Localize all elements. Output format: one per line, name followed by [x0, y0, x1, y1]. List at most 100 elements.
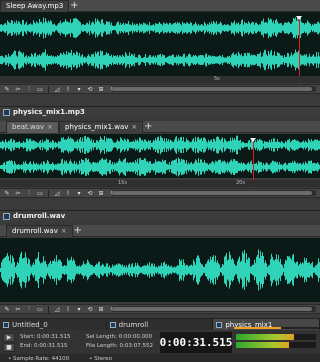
drumroll-title: drumroll.wav	[13, 212, 66, 220]
file-length-value: File Length: 0:03:07.552	[86, 343, 153, 349]
start-value: Start: 0:00:31.515	[20, 334, 71, 340]
top-waveform-graphic	[0, 17, 320, 71]
physics-playhead-marker-icon[interactable]	[250, 138, 256, 142]
loop-icon[interactable]: ⟲	[85, 189, 95, 197]
pencil-icon[interactable]: ✎	[2, 85, 12, 93]
tab-drumroll[interactable]: drumroll.wav ×	[6, 225, 73, 237]
tab-beat[interactable]: beat.wav ×	[6, 121, 60, 133]
audio-file-icon	[3, 212, 10, 220]
end-value: End: 0:00:31.515	[20, 343, 68, 349]
waveform-channel	[0, 135, 320, 155]
cut-icon[interactable]: ✂	[13, 85, 23, 93]
toolbar-divider	[48, 85, 49, 93]
stop-button[interactable]: ■	[3, 343, 15, 352]
split-icon[interactable]: ⫶	[24, 85, 34, 93]
close-icon[interactable]: ×	[47, 122, 53, 133]
doc-tab-untitled[interactable]: Untitled_0	[0, 319, 107, 330]
tab-physics-mix[interactable]: physics_mix1.wav ×	[59, 121, 144, 133]
tab-label: physics_mix1.wav	[65, 123, 129, 131]
tab-label: Sleep Away.mp3	[6, 2, 64, 10]
tab-sleep-away[interactable]: Sleep Away.mp3	[0, 0, 70, 12]
pencil-icon[interactable]: ✎	[2, 189, 12, 197]
snap-icon[interactable]: ⊞	[96, 189, 106, 197]
top-playhead-marker-icon[interactable]	[296, 16, 302, 20]
timecode-display: 0:00:31.515	[160, 332, 232, 353]
waveform-channel	[0, 157, 320, 177]
add-tab-icon[interactable]: +	[69, 0, 79, 12]
marker-icon[interactable]: ▾	[74, 85, 84, 93]
physics-scroll-thumb[interactable]	[112, 191, 312, 195]
level-fill	[236, 334, 294, 340]
channels-text: Stereo	[94, 355, 113, 362]
tab-label: drumroll.wav	[12, 227, 58, 235]
drumroll-tabbar: drumroll.wav × +	[0, 225, 320, 237]
split-icon[interactable]: ⫶	[24, 189, 34, 197]
tab-label: beat.wav	[12, 123, 45, 131]
doc-tab-label: Untitled_0	[12, 320, 48, 329]
select-icon[interactable]: ▭	[35, 85, 45, 93]
waveform-channel	[0, 17, 320, 39]
sel-length-value: Sel Length: 0:00:00.000	[86, 334, 153, 340]
fade-icon[interactable]: ◿	[52, 85, 62, 93]
audio-file-icon	[3, 108, 10, 116]
add-tab-icon[interactable]: +	[73, 225, 83, 237]
progress-fill	[234, 327, 282, 329]
top-tabbar: Sleep Away.mp3 +	[0, 0, 320, 12]
snap-icon[interactable]: ⊞	[96, 85, 106, 93]
physics-titlebar: physics_mix1.mp3	[0, 106, 320, 117]
play-button[interactable]: ▶	[3, 333, 15, 342]
status-bar: • Sample Rate: 44100 • Stereo	[0, 354, 320, 362]
physics-tabbar: beat.wav × physics_mix1.wav × +	[0, 121, 320, 133]
document-icon	[216, 321, 223, 328]
document-icon	[109, 321, 116, 328]
ruler-label: 5s	[214, 76, 220, 82]
select-icon[interactable]: ▭	[35, 305, 45, 313]
envelope-icon[interactable]: ⌇	[63, 305, 73, 313]
level-meter-left	[236, 334, 316, 340]
envelope-icon[interactable]: ⌇	[63, 189, 73, 197]
physics-waveform[interactable]	[0, 134, 320, 178]
toolbar-divider	[48, 189, 49, 197]
split-icon[interactable]: ⫶	[24, 305, 34, 313]
ruler-label: 15s	[118, 180, 127, 186]
drumroll-scrollbar[interactable]	[112, 306, 316, 312]
pencil-icon[interactable]: ✎	[2, 305, 12, 313]
top-scrollbar[interactable]	[112, 86, 316, 92]
top-playhead[interactable]	[299, 16, 300, 84]
physics-scrollbar[interactable]	[112, 190, 316, 196]
fade-icon[interactable]: ◿	[52, 189, 62, 197]
doc-tab-label: drumroll	[118, 320, 149, 329]
close-icon[interactable]: ×	[131, 122, 137, 133]
marker-icon[interactable]: ▾	[74, 305, 84, 313]
select-icon[interactable]: ▭	[35, 189, 45, 197]
level-meter	[236, 334, 316, 350]
drumroll-titlebar: drumroll.wav	[0, 210, 320, 221]
channels-status: • Stereo	[89, 355, 113, 362]
drumroll-scroll-thumb[interactable]	[112, 307, 312, 311]
fade-icon[interactable]: ◿	[52, 305, 62, 313]
add-tab-icon[interactable]: +	[143, 121, 153, 133]
waveform-channel	[0, 49, 320, 71]
level-fill	[236, 342, 289, 348]
loop-icon[interactable]: ⟲	[85, 305, 95, 313]
snap-icon[interactable]: ⊞	[96, 305, 106, 313]
envelope-icon[interactable]: ⌇	[63, 85, 73, 93]
top-scroll-thumb[interactable]	[112, 87, 312, 91]
document-icon	[3, 321, 9, 328]
loop-icon[interactable]: ⟲	[85, 85, 95, 93]
close-icon[interactable]: ×	[61, 226, 67, 237]
doc-tab-drumroll[interactable]: drumroll	[106, 319, 214, 330]
sample-rate-text: Sample Rate: 44100	[13, 355, 70, 362]
cut-icon[interactable]: ✂	[13, 305, 23, 313]
waveform-channel	[0, 249, 320, 291]
marker-icon[interactable]: ▾	[74, 189, 84, 197]
cut-icon[interactable]: ✂	[13, 189, 23, 197]
bottom-panel: Untitled_0 drumroll physics_mix1 ▶ ■ Sta…	[0, 318, 320, 362]
physics-waveform-graphic	[0, 135, 320, 177]
top-waveform[interactable]	[0, 12, 320, 76]
load-progress-bar	[234, 327, 320, 329]
level-meter-right	[236, 342, 316, 348]
ruler-label: 20s	[236, 180, 245, 186]
top-ruler: 5s	[0, 76, 320, 83]
drumroll-waveform[interactable]	[0, 238, 320, 302]
